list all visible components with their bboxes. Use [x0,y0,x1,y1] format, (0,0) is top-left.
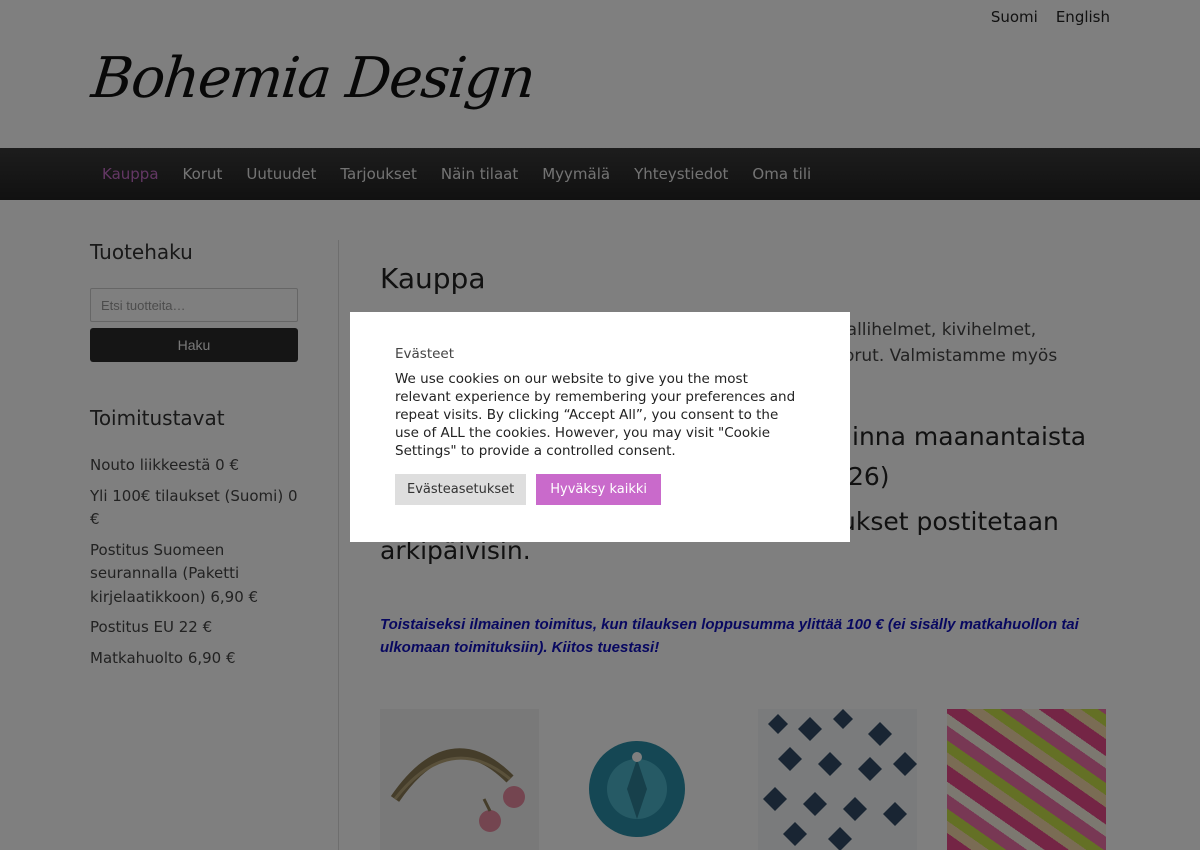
accept-all-cookies-button[interactable]: Hyväksy kaikki [536,474,662,505]
cookie-settings-button[interactable]: Evästeasetukset [395,474,527,505]
cookie-modal-text: We use cookies on our website to give yo… [395,371,796,459]
page: Suomi English Bohemia Design Kauppa Koru… [0,0,1200,850]
cookie-modal-title: Evästeet [395,346,455,362]
cookie-modal-buttons: Evästeasetukset Hyväksy kaikki [395,474,805,505]
cookie-consent-modal: Evästeet We use cookies on our website t… [350,312,850,542]
